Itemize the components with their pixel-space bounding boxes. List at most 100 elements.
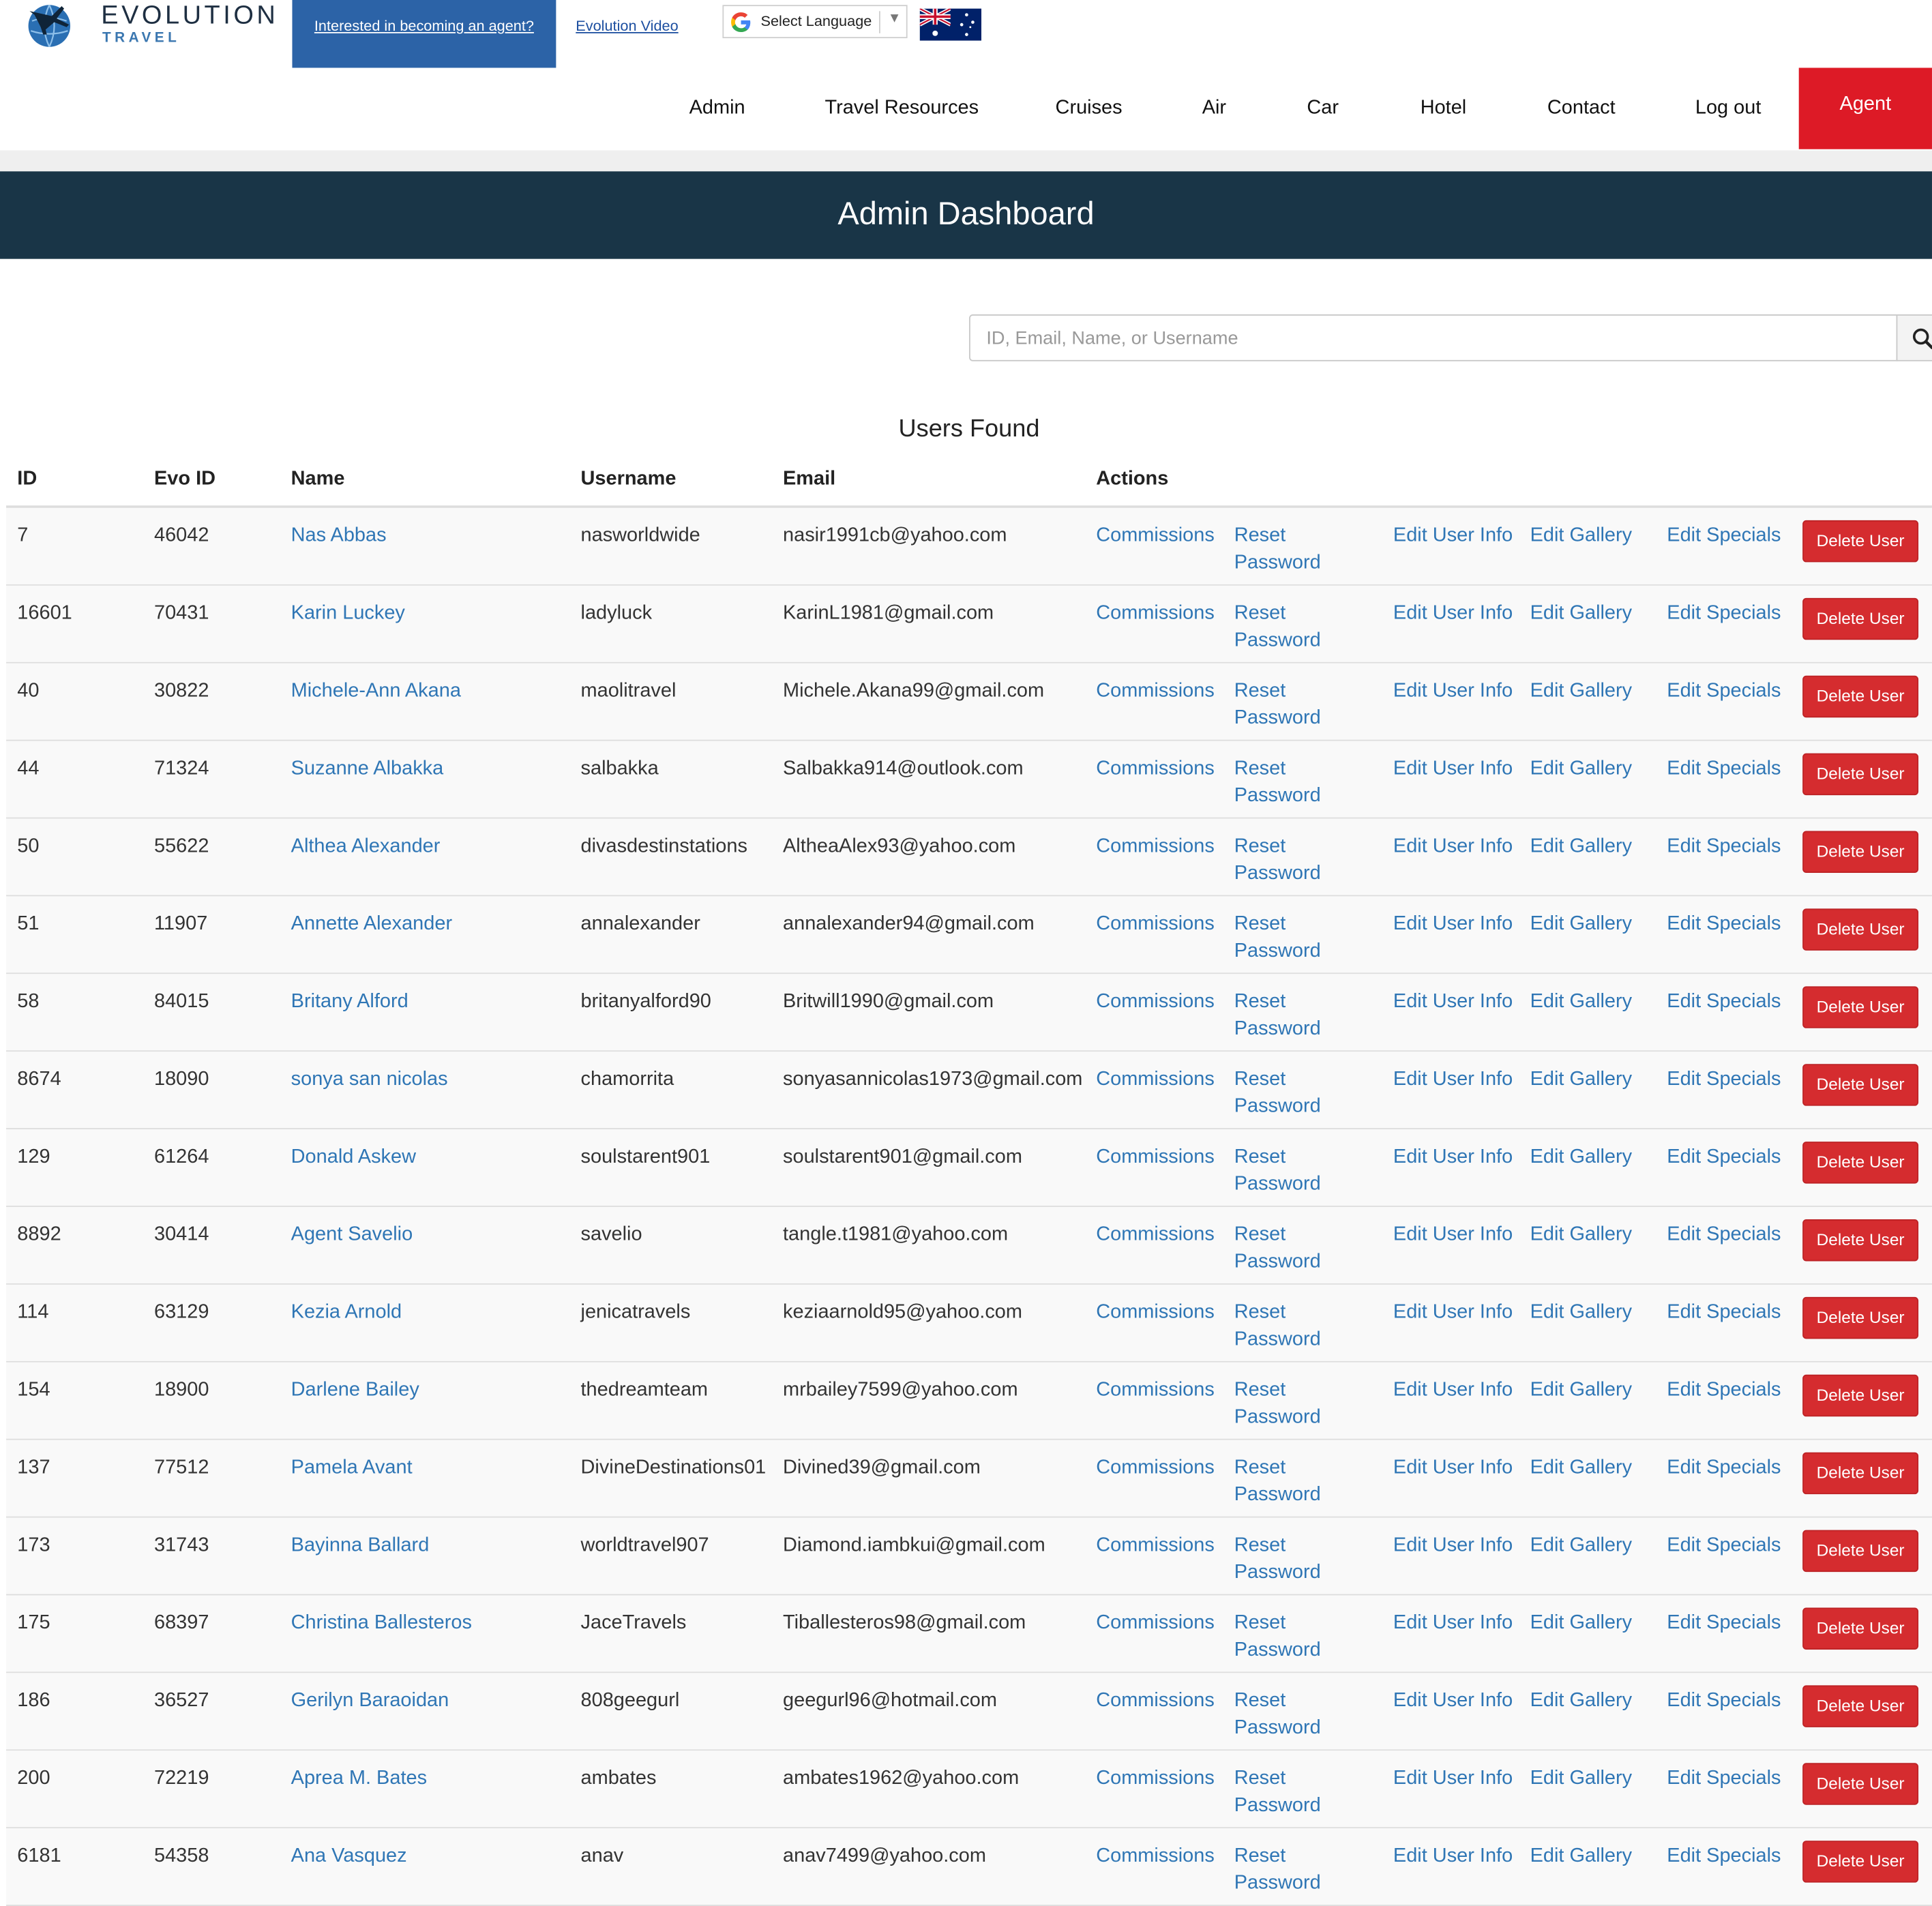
delete-user-button[interactable]: Delete User [1802,1374,1919,1417]
reset-password-link[interactable]: Reset Password [1234,1843,1358,1898]
evolution-video-link[interactable]: Evolution Video [576,17,678,34]
australia-flag-icon[interactable] [919,8,982,41]
delete-user-button[interactable]: Delete User [1802,675,1919,718]
edit-gallery-link[interactable]: Edit Gallery [1530,1144,1633,1172]
delete-user-button[interactable]: Delete User [1802,1841,1919,1883]
delete-user-button[interactable]: Delete User [1802,1607,1919,1650]
edit-user-info-link[interactable]: Edit User Info [1393,1300,1517,1327]
edit-specials-link[interactable]: Edit Specials [1667,1688,1781,1715]
edit-gallery-link[interactable]: Edit Gallery [1530,989,1633,1016]
reset-password-link[interactable]: Reset Password [1234,1222,1358,1277]
reset-password-link[interactable]: Reset Password [1234,678,1358,732]
delete-user-button[interactable]: Delete User [1802,1530,1919,1573]
commissions-link[interactable]: Commissions [1096,989,1215,1016]
edit-gallery-link[interactable]: Edit Gallery [1530,1067,1633,1094]
commissions-link[interactable]: Commissions [1096,1222,1215,1249]
edit-gallery-link[interactable]: Edit Gallery [1530,1688,1633,1715]
delete-user-button[interactable]: Delete User [1802,1685,1919,1727]
edit-user-info-link[interactable]: Edit User Info [1393,1766,1517,1793]
become-agent-box[interactable]: Interested in becoming an agent? [292,0,556,68]
edit-specials-link[interactable]: Edit Specials [1667,600,1781,627]
edit-user-info-link[interactable]: Edit User Info [1393,523,1517,550]
user-name-link[interactable]: Christina Ballesteros [291,1610,472,1637]
user-name-link[interactable]: Ana Vasquez [291,1843,407,1871]
edit-user-info-link[interactable]: Edit User Info [1393,911,1517,938]
user-name-link[interactable]: Althea Alexander [291,833,441,861]
delete-user-button[interactable]: Delete User [1802,753,1919,796]
commissions-link[interactable]: Commissions [1096,1843,1215,1871]
edit-specials-link[interactable]: Edit Specials [1667,1532,1781,1560]
nav-cruises[interactable]: Cruises [1056,93,1123,123]
commissions-link[interactable]: Commissions [1096,600,1215,627]
edit-user-info-link[interactable]: Edit User Info [1393,1610,1517,1637]
nav-contact[interactable]: Contact [1547,93,1616,123]
edit-specials-link[interactable]: Edit Specials [1667,1766,1781,1793]
commissions-link[interactable]: Commissions [1096,1377,1215,1404]
commissions-link[interactable]: Commissions [1096,1144,1215,1172]
commissions-link[interactable]: Commissions [1096,911,1215,938]
user-name-link[interactable]: Kezia Arnold [291,1300,402,1327]
edit-gallery-link[interactable]: Edit Gallery [1530,1843,1633,1871]
reset-password-link[interactable]: Reset Password [1234,911,1358,966]
edit-specials-link[interactable]: Edit Specials [1667,1843,1781,1871]
edit-user-info-link[interactable]: Edit User Info [1393,1222,1517,1249]
edit-user-info-link[interactable]: Edit User Info [1393,1843,1517,1871]
edit-gallery-link[interactable]: Edit Gallery [1530,1300,1633,1327]
edit-user-info-link[interactable]: Edit User Info [1393,1688,1517,1715]
nav-car[interactable]: Car [1307,93,1339,123]
edit-gallery-link[interactable]: Edit Gallery [1530,1222,1633,1249]
nav-hotel[interactable]: Hotel [1421,93,1467,123]
user-name-link[interactable]: sonya san nicolas [291,1067,448,1094]
become-agent-link[interactable]: Interested in becoming an agent? [292,17,556,34]
edit-gallery-link[interactable]: Edit Gallery [1530,1377,1633,1404]
site-logo[interactable]: EVOLUTION TRAVEL [25,0,276,55]
reset-password-link[interactable]: Reset Password [1234,600,1358,655]
edit-specials-link[interactable]: Edit Specials [1667,1455,1781,1482]
reset-password-link[interactable]: Reset Password [1234,833,1358,888]
reset-password-link[interactable]: Reset Password [1234,1300,1358,1354]
delete-user-button[interactable]: Delete User [1802,520,1919,563]
agent-button[interactable]: Agent [1798,68,1932,149]
reset-password-link[interactable]: Reset Password [1234,1144,1358,1199]
reset-password-link[interactable]: Reset Password [1234,1532,1358,1587]
edit-gallery-link[interactable]: Edit Gallery [1530,1455,1633,1482]
user-name-link[interactable]: Agent Savelio [291,1222,413,1249]
user-name-link[interactable]: Darlene Bailey [291,1377,419,1404]
delete-user-button[interactable]: Delete User [1802,1452,1919,1495]
user-name-link[interactable]: Nas Abbas [291,523,387,550]
reset-password-link[interactable]: Reset Password [1234,1377,1358,1431]
edit-user-info-link[interactable]: Edit User Info [1393,756,1517,783]
reset-password-link[interactable]: Reset Password [1234,523,1358,578]
delete-user-button[interactable]: Delete User [1802,1763,1919,1805]
user-name-link[interactable]: Suzanne Albakka [291,756,444,783]
commissions-link[interactable]: Commissions [1096,833,1215,861]
edit-specials-link[interactable]: Edit Specials [1667,1610,1781,1637]
nav-log-out[interactable]: Log out [1695,93,1762,123]
edit-gallery-link[interactable]: Edit Gallery [1530,1610,1633,1637]
edit-specials-link[interactable]: Edit Specials [1667,756,1781,783]
edit-specials-link[interactable]: Edit Specials [1667,678,1781,705]
edit-user-info-link[interactable]: Edit User Info [1393,1532,1517,1560]
nav-air[interactable]: Air [1202,93,1226,123]
edit-specials-link[interactable]: Edit Specials [1667,989,1781,1016]
edit-user-info-link[interactable]: Edit User Info [1393,1377,1517,1404]
commissions-link[interactable]: Commissions [1096,1610,1215,1637]
edit-specials-link[interactable]: Edit Specials [1667,833,1781,861]
user-name-link[interactable]: Bayinna Ballard [291,1532,430,1560]
delete-user-button[interactable]: Delete User [1802,1219,1919,1262]
reset-password-link[interactable]: Reset Password [1234,989,1358,1043]
edit-specials-link[interactable]: Edit Specials [1667,523,1781,550]
edit-gallery-link[interactable]: Edit Gallery [1530,600,1633,627]
user-name-link[interactable]: Aprea M. Bates [291,1766,427,1793]
edit-user-info-link[interactable]: Edit User Info [1393,1144,1517,1172]
edit-specials-link[interactable]: Edit Specials [1667,1067,1781,1094]
user-name-link[interactable]: Pamela Avant [291,1455,413,1482]
edit-user-info-link[interactable]: Edit User Info [1393,1455,1517,1482]
delete-user-button[interactable]: Delete User [1802,831,1919,873]
commissions-link[interactable]: Commissions [1096,1067,1215,1094]
edit-gallery-link[interactable]: Edit Gallery [1530,833,1633,861]
edit-specials-link[interactable]: Edit Specials [1667,1144,1781,1172]
delete-user-button[interactable]: Delete User [1802,597,1919,640]
edit-specials-link[interactable]: Edit Specials [1667,1222,1781,1249]
reset-password-link[interactable]: Reset Password [1234,1688,1358,1742]
